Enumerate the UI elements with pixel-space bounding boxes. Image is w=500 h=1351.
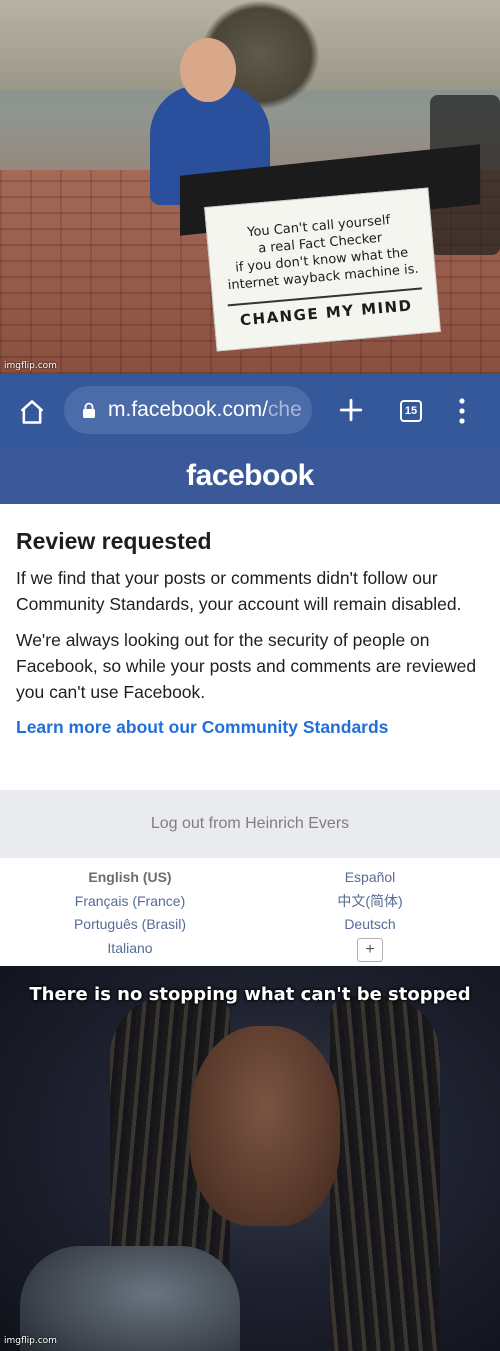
- overflow-menu-icon[interactable]: [452, 396, 472, 426]
- language-column-left: English (US) Français (France) Português…: [5, 866, 255, 960]
- language-current: English (US): [88, 869, 172, 885]
- meme-sign: You Can't call yourself a real Fact Chec…: [204, 187, 441, 352]
- imgflip-watermark: imgflip.com: [4, 1336, 57, 1346]
- page-title: Review requested: [16, 528, 212, 554]
- person-head: [180, 38, 236, 102]
- language-link[interactable]: Deutsch: [245, 913, 495, 937]
- language-link[interactable]: Italiano: [5, 937, 255, 961]
- url-host: m.facebook.com/: [108, 398, 268, 421]
- url-text: m.facebook.com/che: [108, 398, 302, 422]
- change-my-mind-meme: You Can't call yourself a real Fact Chec…: [0, 0, 500, 374]
- facebook-header: facebook: [0, 448, 500, 504]
- imgflip-watermark: imgflip.com: [4, 361, 57, 371]
- address-bar[interactable]: m.facebook.com/che: [64, 386, 312, 434]
- tab-switcher-button[interactable]: 15: [400, 400, 422, 422]
- paragraph-security-notice: We're always looking out for the securit…: [16, 630, 477, 702]
- new-tab-icon[interactable]: [338, 397, 364, 423]
- more-languages-button[interactable]: +: [357, 937, 383, 962]
- language-column-right: Español 中文(简体) Deutsch +: [245, 866, 495, 962]
- community-standards-link[interactable]: Learn more about our Community Standards: [16, 717, 486, 738]
- no-stopping-meme: There is no stopping what can't be stopp…: [0, 966, 500, 1351]
- browser-toolbar: m.facebook.com/che 15: [0, 374, 500, 448]
- review-content: Review requested If we find that your po…: [16, 504, 486, 738]
- lock-icon: [83, 402, 95, 418]
- logout-link[interactable]: Log out from Heinrich Evers: [151, 815, 349, 833]
- language-link[interactable]: Português (Brasil): [5, 913, 255, 937]
- url-path: che: [267, 398, 302, 421]
- dreadlocks-right: [330, 996, 440, 1351]
- language-link[interactable]: 中文(简体): [245, 890, 495, 914]
- meme-caption: There is no stopping what can't be stopp…: [29, 984, 471, 1005]
- home-icon[interactable]: [18, 398, 46, 426]
- language-link[interactable]: Español: [245, 866, 495, 890]
- language-link[interactable]: Français (France): [5, 890, 255, 914]
- logout-section: Log out from Heinrich Evers: [0, 790, 500, 858]
- facebook-logo[interactable]: facebook: [186, 459, 314, 493]
- paragraph-disabled-notice: If we find that your posts or comments d…: [16, 568, 462, 614]
- sign-cta: CHANGE MY MIND: [239, 296, 414, 330]
- language-selector: English (US) Français (France) Português…: [0, 858, 500, 966]
- man-face: [190, 1026, 340, 1226]
